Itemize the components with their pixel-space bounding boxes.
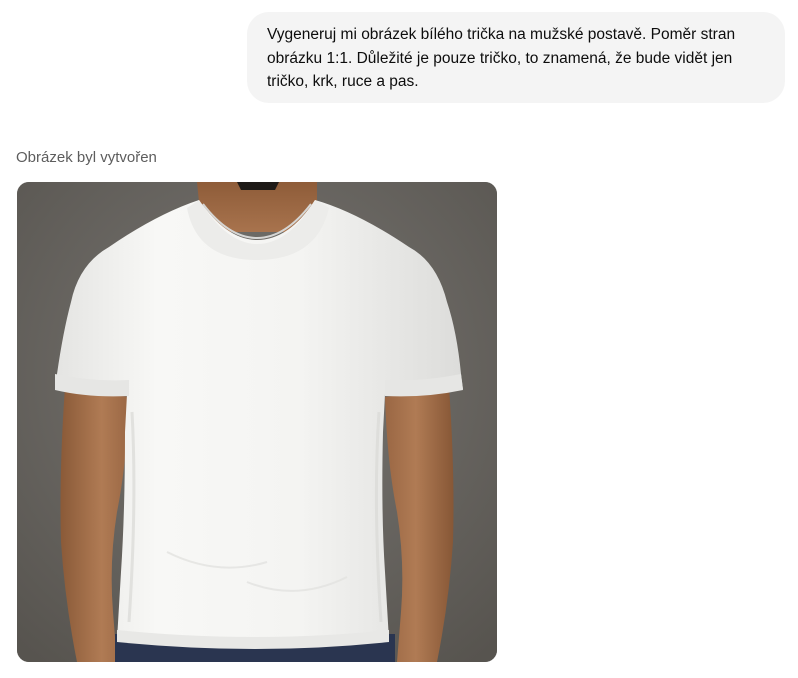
image-created-status: Obrázek byl vytvořen (16, 149, 157, 166)
generated-image[interactable] (17, 182, 497, 662)
tshirt-photo-icon (17, 182, 497, 662)
user-message-text: Vygeneruj mi obrázek bílého trička na mu… (267, 26, 736, 90)
user-message-bubble: Vygeneruj mi obrázek bílého trička na mu… (247, 12, 785, 103)
